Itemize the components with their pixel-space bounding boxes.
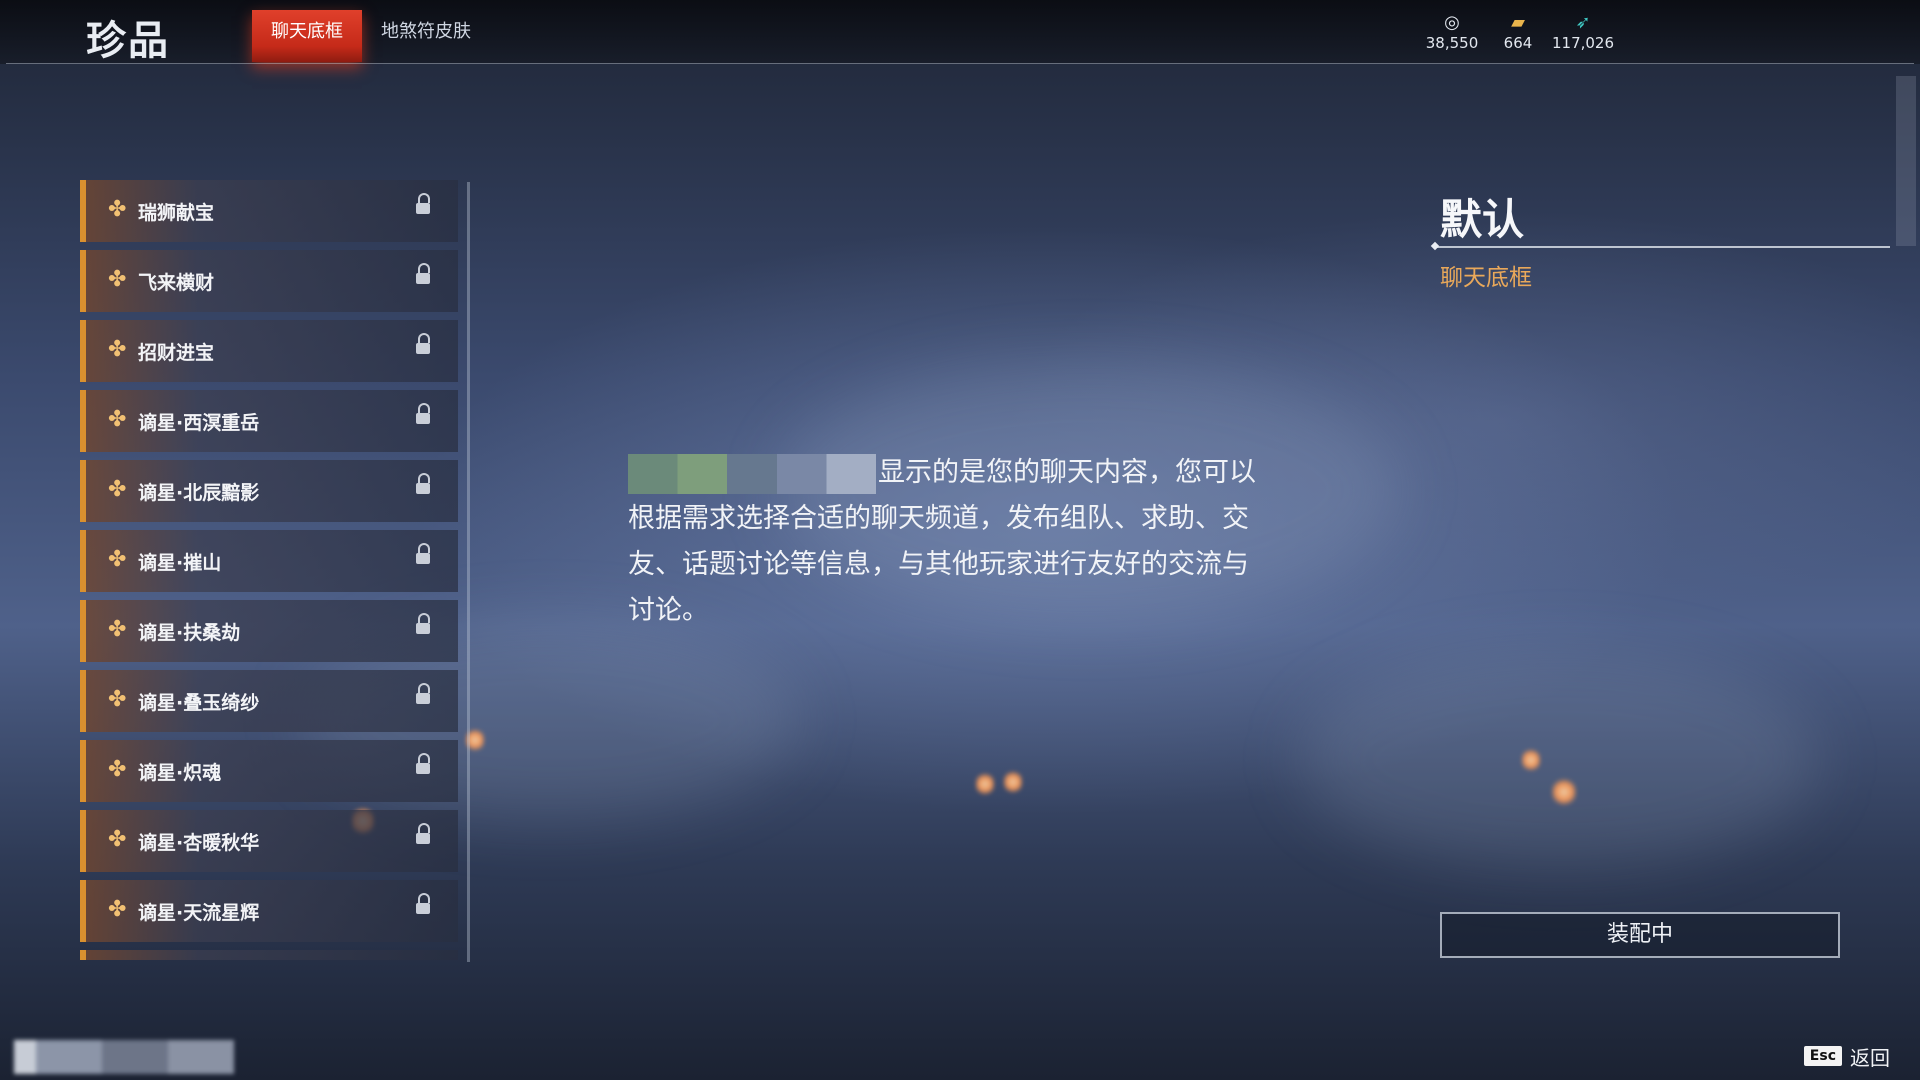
list-item-label: 谪星·叠玉绮纱 <box>138 692 260 714</box>
list-item-label: 谪星·扶桑劫 <box>138 622 241 644</box>
lantern-light <box>1004 770 1022 794</box>
list-item-partial[interactable] <box>80 950 458 960</box>
list-item-label: 谪星·天流星辉 <box>138 902 260 924</box>
flower-icon: ✤ <box>108 267 127 292</box>
list-item-label: 谪星·西溟重岳 <box>138 412 260 434</box>
list-item[interactable]: ✤ 谪星·杏暖秋华 <box>80 810 458 872</box>
list-item-label: 谪星·摧山 <box>138 552 222 574</box>
currency-ticket: ▰ 664 <box>1483 12 1553 52</box>
feather-icon: ➶ <box>1575 12 1591 33</box>
lantern-light <box>976 772 994 796</box>
coin-icon: ◎ <box>1444 12 1460 33</box>
list-item[interactable]: ✤ 谪星·北辰黯影 <box>80 460 458 522</box>
detail-subtitle: 聊天底框 <box>1440 265 1532 291</box>
flower-icon: ✤ <box>108 407 127 432</box>
currency-feather: ➶ 117,026 <box>1548 12 1618 52</box>
redacted-block <box>628 453 876 494</box>
list-item[interactable]: ✤ 谪星·西溟重岳 <box>80 390 458 452</box>
item-list[interactable]: ✤ 瑞狮献宝 ✤ 飞来横财 ✤ 招财进宝 ✤ 谪星·西溟重岳 ✤ 谪星·北辰黯影… <box>80 180 460 960</box>
list-item[interactable]: ✤ 谪星·炽魂 <box>80 740 458 802</box>
lock-icon <box>416 543 430 564</box>
top-bar: 珍品 聊天底框 地煞符皮肤 ◎ 38,550 ▰ 664 ➶ 117,026 <box>0 0 1920 64</box>
equip-button[interactable]: 装配中 <box>1440 912 1840 958</box>
list-item-label: 飞来横财 <box>138 272 215 294</box>
list-item[interactable]: ✤ 谪星·叠玉绮纱 <box>80 670 458 732</box>
lock-icon <box>416 403 430 424</box>
flower-icon: ✤ <box>108 197 127 222</box>
detail-title: 默认 <box>1440 195 1525 244</box>
list-item[interactable]: ✤ 瑞狮献宝 <box>80 180 458 242</box>
lock-icon <box>416 333 430 354</box>
lock-icon <box>416 193 430 214</box>
lock-icon <box>416 753 430 774</box>
list-item-label: 谪星·炽魂 <box>138 762 222 784</box>
list-item-label: 瑞狮献宝 <box>138 202 215 224</box>
flower-icon: ✤ <box>108 617 127 642</box>
list-item[interactable]: ✤ 飞来横财 <box>80 250 458 312</box>
flower-icon: ✤ <box>108 547 127 572</box>
list-item[interactable]: ✤ 谪星·摧山 <box>80 530 458 592</box>
lock-icon <box>416 683 430 704</box>
flower-icon: ✤ <box>108 827 127 852</box>
list-item-label: 谪星·杏暖秋华 <box>138 832 260 854</box>
page-title: 珍品 <box>86 18 170 64</box>
detail-divider <box>1436 246 1890 248</box>
esc-key-badge: Esc <box>1803 1046 1842 1066</box>
currency-feather-value: 117,026 <box>1551 34 1615 52</box>
list-item[interactable]: ✤ 谪星·扶桑劫 <box>80 600 458 662</box>
flower-icon: ✤ <box>108 757 127 782</box>
tab-chat-frame[interactable]: 聊天底框 <box>252 10 362 62</box>
lock-icon <box>416 473 430 494</box>
lock-icon <box>416 263 430 284</box>
top-divider <box>6 63 1914 64</box>
flower-icon: ✤ <box>108 477 127 502</box>
lock-icon <box>416 893 430 914</box>
redacted-player-info <box>14 1040 234 1074</box>
lantern-light <box>1552 778 1576 806</box>
flower-icon: ✤ <box>108 337 127 362</box>
tab-talisman-skin[interactable]: 地煞符皮肤 <box>376 10 476 62</box>
currency-ticket-value: 664 <box>1503 34 1533 52</box>
back-label: 返回 <box>1850 1045 1890 1070</box>
flower-icon: ✤ <box>108 687 127 712</box>
chat-preview: 显示的是您的聊天内容，您可以根据需求选择合适的聊天频道，发布组队、求助、交友、话… <box>628 450 1268 634</box>
list-item[interactable]: ✤ 谪星·天流星辉 <box>80 880 458 942</box>
flower-icon: ✤ <box>108 897 127 922</box>
list-item[interactable]: ✤ 招财进宝 <box>80 320 458 382</box>
list-item-label: 招财进宝 <box>138 342 215 364</box>
currency-coin: ◎ 38,550 <box>1417 12 1487 52</box>
ticket-icon: ▰ <box>1511 12 1525 33</box>
currency-coin-value: 38,550 <box>1425 34 1479 52</box>
lock-icon <box>416 613 430 634</box>
list-scrollbar[interactable] <box>467 182 470 962</box>
lock-icon <box>416 823 430 844</box>
back-button[interactable]: Esc 返回 <box>1803 1044 1890 1070</box>
right-scrollbar[interactable] <box>1896 76 1916 246</box>
list-item-label: 谪星·北辰黯影 <box>138 482 260 504</box>
lantern-light <box>1522 748 1540 772</box>
